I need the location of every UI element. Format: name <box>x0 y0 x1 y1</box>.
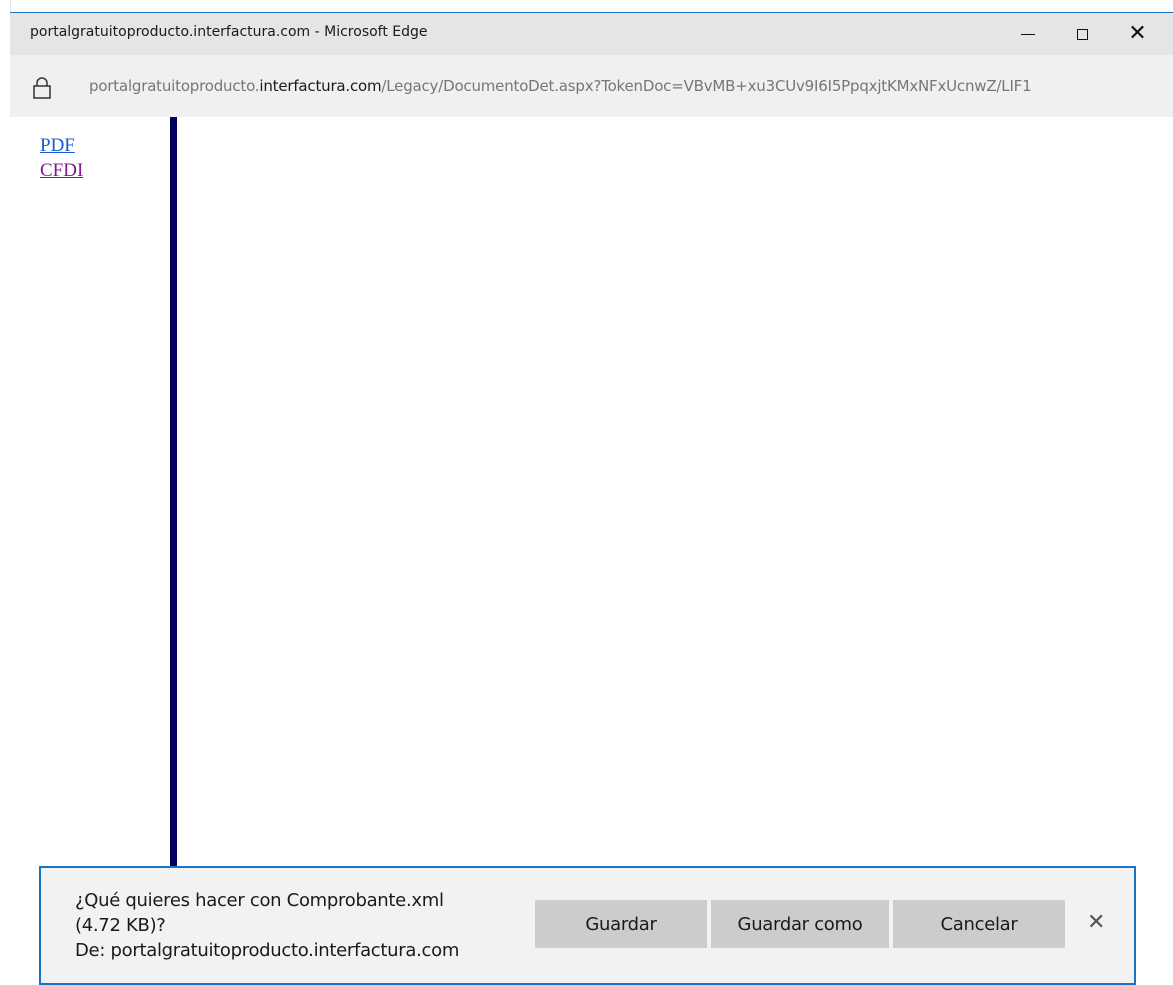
save-button[interactable]: Guardar <box>535 900 707 948</box>
window-title: portalgratuitoproducto.interfactura.com … <box>30 24 428 40</box>
page-content: PDF CFDI <box>10 117 1173 985</box>
cfdi-link[interactable]: CFDI <box>40 160 83 182</box>
minimize-icon <box>1020 33 1035 35</box>
url-prefix: portalgratuitoproducto. <box>89 77 260 95</box>
frame-divider[interactable] <box>170 117 177 985</box>
title-bar: portalgratuitoproducto.interfactura.com … <box>10 12 1173 55</box>
url-domain: interfactura.com <box>259 77 382 95</box>
close-button[interactable]: ✕ <box>1110 13 1165 55</box>
save-as-button[interactable]: Guardar como <box>711 900 889 948</box>
download-file-size: (4.72 KB)? <box>75 915 166 936</box>
cancel-button[interactable]: Cancelar <box>893 900 1065 948</box>
maximize-icon <box>1077 28 1088 40</box>
download-source: De: portalgratuitoproducto.interfactura.… <box>75 940 460 961</box>
maximize-button[interactable] <box>1055 13 1110 55</box>
download-notification-bar: ¿Qué quieres hacer con Comprobante.xml (… <box>39 866 1136 985</box>
download-prompt-question: ¿Qué quieres hacer con Comprobante.xml <box>75 890 444 911</box>
close-icon: ✕ <box>1128 21 1147 46</box>
url-text[interactable]: portalgratuitoproducto.interfactura.com/… <box>89 77 1032 95</box>
left-frame: PDF CFDI <box>10 117 170 985</box>
download-prompt: ¿Qué quieres hacer con Comprobante.xml (… <box>75 888 515 963</box>
address-bar[interactable]: portalgratuitoproducto.interfactura.com/… <box>10 55 1173 117</box>
close-icon[interactable]: ✕ <box>1087 912 1105 934</box>
browser-window: portalgratuitoproducto.interfactura.com … <box>0 0 1173 985</box>
pdf-link[interactable]: PDF <box>40 135 75 157</box>
lock-icon <box>33 77 51 99</box>
minimize-button[interactable] <box>1000 13 1055 55</box>
url-path: /Legacy/DocumentoDet.aspx?TokenDoc=VBvMB… <box>381 77 1032 95</box>
